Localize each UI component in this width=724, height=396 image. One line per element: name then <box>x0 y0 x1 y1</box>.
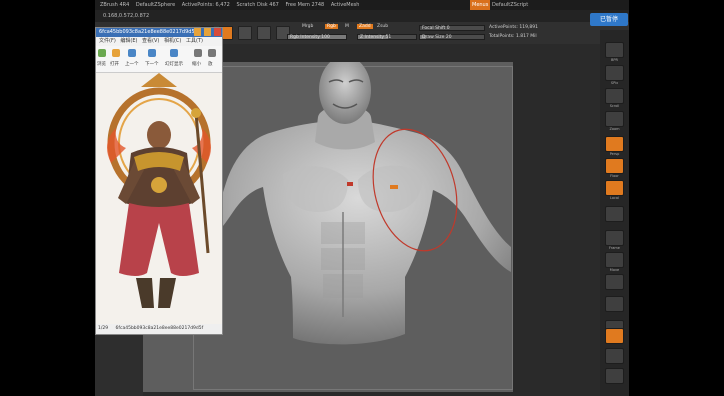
bottom-shelf <box>143 392 600 396</box>
viewer-titlebar[interactable]: 6fca45bb093c8a21e8ee88e0217d9d5f <box>96 28 222 37</box>
open-label: 打开 <box>110 62 119 67</box>
menu-file[interactable]: 文件(F) <box>99 38 116 44</box>
next-icon[interactable] <box>148 49 156 57</box>
frame-label: Frame <box>609 246 620 250</box>
z-intensity-slider[interactable]: Z Intensity 51 <box>357 34 417 40</box>
reference-image <box>96 73 222 324</box>
bpr-button[interactable] <box>605 42 624 58</box>
menu-edit[interactable]: 编辑(E) <box>120 38 137 44</box>
viewer-statusbar: 1/29 6fca45bb093c8a21e8ee88e0217d9d5f <box>96 324 222 334</box>
menu-view[interactable]: 查看(V) <box>142 38 159 44</box>
menu-tools[interactable]: 工具(T) <box>186 38 203 44</box>
spix-button[interactable] <box>605 65 624 81</box>
rgb-toggle[interactable]: Rgb <box>325 24 338 29</box>
move-button[interactable] <box>238 26 252 40</box>
warrior-illustration <box>96 73 222 324</box>
slideshow-icon[interactable] <box>170 49 178 57</box>
image-counter: 1/29 <box>98 326 109 331</box>
slideshow-label: 幻灯显示 <box>165 62 183 67</box>
scale-button[interactable] <box>257 26 271 40</box>
floor-label: Floor <box>610 174 619 178</box>
menus-toggle-button[interactable]: Menus <box>470 0 491 10</box>
open-icon[interactable] <box>112 49 120 57</box>
spix-label: SPix <box>610 81 619 85</box>
scroll-button[interactable] <box>605 88 624 104</box>
floor-button[interactable] <box>605 158 624 174</box>
previous-label: 上一个 <box>125 62 139 67</box>
local-label: Local <box>609 196 620 200</box>
total-points-readout: TotalPoints: 1.817 Mil <box>489 34 537 39</box>
draw-size-label: Draw Size 20 <box>422 35 452 40</box>
default-zscript-button[interactable]: DefaultZScript <box>492 0 528 10</box>
browse-icon[interactable] <box>98 49 106 57</box>
status-badge[interactable]: 已暂停 <box>590 13 628 26</box>
zsub-toggle[interactable]: Zsub <box>377 24 388 29</box>
viewer-title: 6fca45bb093c8a21e8ee88e0217d9d5f <box>99 29 197 35</box>
transp-button[interactable] <box>605 328 624 344</box>
previous-icon[interactable] <box>128 49 136 57</box>
app-title: ZBrush 4R4 <box>100 2 130 8</box>
move-view-label: Move <box>609 268 620 272</box>
bpr-label: BPR <box>611 58 618 62</box>
menubar-info-1: DefaultZSphere <box>135 2 176 8</box>
right-shelf: BPR SPix Scroll Zoom Persp Floor Local F… <box>600 30 629 396</box>
next-label: 下一个 <box>145 62 159 67</box>
browse-label: 浏览 <box>97 62 106 67</box>
xpose-button[interactable] <box>605 368 624 384</box>
frame-button[interactable] <box>605 230 624 246</box>
viewer-toolbar: 浏览 打开 上一个 下一个 幻灯显示 缩小 放 <box>96 46 222 73</box>
active-points-readout: ActivePoints: 119,891 <box>489 25 538 30</box>
menubar-info-5: ActiveMesh <box>330 2 360 8</box>
menu-bar: ZBrush 4R4 DefaultZSphere ActivePoints: … <box>95 0 629 10</box>
zoom-label: Zoom <box>609 127 620 131</box>
info-bar: 0.168,0.572,0.872 <box>95 10 629 22</box>
zoom-in-icon[interactable] <box>208 49 216 57</box>
close-icon[interactable] <box>214 28 221 36</box>
zoom-out-label: 缩小 <box>192 62 201 67</box>
scroll-label: Scroll <box>609 104 620 108</box>
persp-button[interactable] <box>605 136 624 152</box>
zoom-out-icon[interactable] <box>194 49 202 57</box>
rotate-view-button[interactable] <box>605 296 624 312</box>
move-view-button[interactable] <box>605 252 624 268</box>
zadd-toggle[interactable]: Zadd <box>357 24 373 29</box>
brush-cursor-marker-2 <box>390 185 398 189</box>
scale-view-button[interactable] <box>605 274 624 290</box>
viewer-menu-bar: 文件(F) 编辑(E) 查看(V) 相机(C) 工具(T) <box>96 37 222 46</box>
zoom-button[interactable] <box>605 111 624 127</box>
m-toggle[interactable]: M <box>345 24 349 29</box>
draw-size-slider[interactable]: Draw Size 20 <box>419 34 485 40</box>
menu-camera[interactable]: 相机(C) <box>164 38 181 44</box>
z-intensity-label[interactable]: Z Intensity 51 <box>360 35 391 40</box>
image-viewer-window[interactable]: 6fca45bb093c8a21e8ee88e0217d9d5f 文件(F) 编… <box>95 27 223 335</box>
xyz-button[interactable] <box>605 206 624 222</box>
brush-cursor-marker <box>347 182 353 186</box>
focal-shift-label: Focal Shift 0 <box>422 26 450 31</box>
rgb-intensity-slider[interactable]: Rgb Intensity 100 <box>287 34 347 40</box>
focal-shift-slider[interactable]: Focal Shift 0 <box>419 25 485 31</box>
zoom-in-label: 放 <box>208 62 213 67</box>
menubar-info-3: Scratch Disk 467 <box>236 2 279 8</box>
status-filename: 6fca45bb093c8a21e8ee88e0217d9d5f <box>115 326 204 331</box>
solo-button[interactable] <box>605 348 624 364</box>
cursor-coordinates: 0.168,0.572,0.872 <box>103 13 150 19</box>
menubar-info-4: Free Mem 2748 <box>285 2 325 8</box>
local-button[interactable] <box>605 180 624 196</box>
menubar-info-2: ActivePoints: 6,472 <box>181 2 230 8</box>
rgb-intensity-label: Rgb Intensity 100 <box>290 35 330 40</box>
minimize-icon[interactable] <box>194 28 201 36</box>
persp-label: Persp <box>609 152 620 156</box>
mrgb-toggle[interactable]: Mrgb <box>302 24 313 29</box>
maximize-icon[interactable] <box>204 28 211 36</box>
